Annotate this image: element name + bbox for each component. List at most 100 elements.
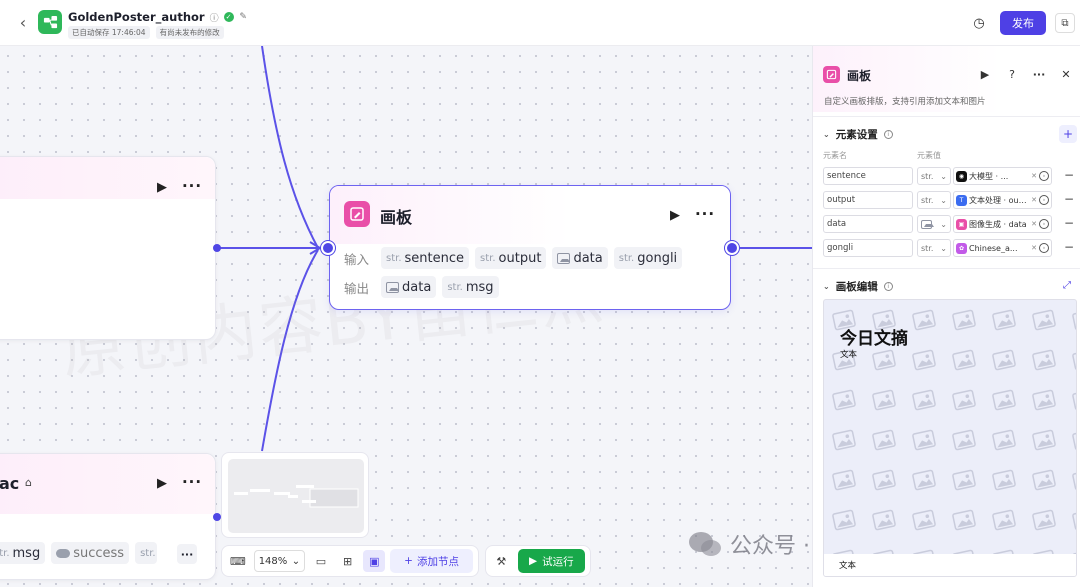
output-port[interactable]: [725, 241, 739, 255]
panel-description: 自定义画板排版，支持引用添加文本和图片: [824, 97, 986, 107]
add-node-button[interactable]: + 添加节点: [390, 549, 473, 573]
board-section-header[interactable]: ⌄ 画板编辑 i: [823, 279, 893, 294]
element-row: output str. ⌄ T 文本处理 · output ✕ ◦ −: [823, 191, 1075, 209]
board-subtitle-text[interactable]: 文本: [840, 348, 857, 360]
element-row: data ⌄ ▣ 图像生成 · data ✕ ◦ −: [823, 215, 1075, 233]
chevron-down-icon: ⌄: [940, 219, 947, 229]
chevron-down-icon: ⌄: [823, 130, 830, 139]
chevron-down-icon: ⌄: [291, 555, 301, 567]
divider: [813, 268, 1080, 269]
element-value-ref[interactable]: ◉ 大模型 · ... ✕ ◦: [953, 167, 1052, 185]
info-icon[interactable]: ⓘ: [209, 12, 220, 24]
input-tag-sentence: str. sentence: [381, 247, 470, 269]
remove-element-icon[interactable]: −: [1063, 168, 1075, 182]
output-tag: str. msg: [0, 542, 46, 564]
publish-button[interactable]: 发布: [1000, 11, 1046, 35]
chevron-down-icon: ⌄: [940, 171, 947, 181]
close-icon[interactable]: ✕: [1058, 66, 1074, 82]
play-icon: ▶: [529, 555, 538, 567]
canvas-board-node[interactable]: 画板 ▶ ··· 输入 str. sentence str. output da…: [329, 185, 731, 310]
clear-icon[interactable]: ✕: [1031, 196, 1037, 204]
node-title: 画板: [380, 208, 413, 227]
element-type-select[interactable]: str. ⌄: [917, 167, 951, 185]
settings-circle-icon[interactable]: ◦: [1039, 219, 1049, 229]
test-run-button[interactable]: ▶ 试运行: [517, 549, 585, 573]
save-status-row: 已自动保存 17:46:04 有尚未发布的修改: [68, 26, 224, 39]
element-type-select[interactable]: str. ⌄: [917, 239, 951, 257]
run-node-icon[interactable]: ▶: [977, 66, 993, 82]
more-icon[interactable]: ···: [695, 205, 714, 223]
layout-icon[interactable]: ⊞: [337, 550, 359, 572]
panel-title: 画板: [847, 69, 872, 83]
input-tag-gongli: str. gongli: [613, 247, 683, 269]
run-node-icon[interactable]: ▶: [153, 474, 171, 492]
more-icon[interactable]: ···: [182, 177, 201, 195]
board-title-text[interactable]: 今日文摘: [840, 324, 908, 349]
add-node-label: 添加节点: [416, 555, 459, 568]
comment-icon[interactable]: ▭: [310, 550, 332, 572]
element-type-select[interactable]: ⌄: [917, 215, 951, 233]
settings-circle-icon[interactable]: ◦: [1039, 171, 1049, 181]
settings-circle-icon[interactable]: ◦: [1039, 195, 1049, 205]
board-footer-text[interactable]: 文本: [824, 554, 1076, 576]
minimap[interactable]: [221, 452, 369, 538]
element-name-input[interactable]: sentence: [823, 167, 913, 185]
clear-icon[interactable]: ✕: [1031, 244, 1037, 252]
input-port[interactable]: [321, 241, 335, 255]
output-port[interactable]: [213, 244, 221, 252]
autosave-status: 已自动保存 17:46:04: [68, 26, 150, 39]
remove-element-icon[interactable]: −: [1063, 240, 1075, 254]
output-tag-data: data: [381, 276, 437, 298]
elements-section-title: 元素设置: [835, 129, 878, 141]
add-element-button[interactable]: +: [1059, 125, 1077, 143]
element-value-ref[interactable]: ✿ Chinese_a... ✕ ◦: [953, 239, 1052, 257]
node-outputs: 输出 data str. msg: [344, 276, 499, 298]
element-name-input[interactable]: data: [823, 215, 913, 233]
title-row: GoldenPoster_author ⓘ ✓ ✎: [68, 10, 249, 24]
output-label: 输出: [344, 280, 370, 296]
run-node-icon[interactable]: ▶: [153, 178, 171, 196]
more-icon[interactable]: ···: [182, 473, 201, 491]
info-icon[interactable]: i: [883, 130, 893, 139]
element-value-ref[interactable]: ▣ 图像生成 · data ✕ ◦: [953, 215, 1052, 233]
mouse-mode-icon[interactable]: ⌨: [227, 550, 249, 572]
clear-icon[interactable]: ✕: [1031, 172, 1037, 180]
back-icon[interactable]: ‹: [14, 12, 32, 32]
element-value-ref[interactable]: T 文本处理 · output ✕ ◦: [953, 191, 1052, 209]
more-icon[interactable]: ···: [1031, 66, 1047, 82]
run-node-icon[interactable]: ▶: [666, 206, 684, 224]
minimap-toggle-icon[interactable]: ▣: [363, 550, 386, 572]
node-outputs: str. msg success str.: [0, 542, 158, 564]
more-outputs-icon[interactable]: ···: [177, 544, 197, 564]
image-icon: [386, 281, 400, 293]
remove-element-icon[interactable]: −: [1063, 192, 1075, 206]
minimap-viewport: [228, 459, 364, 533]
clear-icon[interactable]: ✕: [1031, 220, 1037, 228]
element-name-input[interactable]: output: [823, 191, 913, 209]
zoom-value: 148%: [258, 555, 288, 567]
upstream-node-top[interactable]: ▶ ···: [0, 156, 216, 340]
element-row: sentence str. ⌄ ◉ 大模型 · ... ✕ ◦ −: [823, 167, 1075, 185]
elements-section-header[interactable]: ⌄ 元素设置 i: [823, 127, 893, 142]
zoom-select[interactable]: 148% ⌄: [253, 550, 306, 572]
upstream-node-bottom[interactable]: ac ⌂ ▶ ··· str. msg success str. ···: [0, 453, 216, 580]
node-inputs: 输入 str. sentence str. output data str. g…: [344, 247, 683, 269]
element-name-input[interactable]: gongli: [823, 239, 913, 257]
info-icon[interactable]: i: [883, 282, 893, 291]
edit-icon[interactable]: ✎: [238, 12, 249, 23]
wrench-icon[interactable]: ⚒: [491, 550, 512, 572]
output-tag: success: [51, 542, 130, 564]
toggle-icon: [56, 548, 71, 558]
column-header-value: 元素值: [917, 151, 941, 160]
element-type-select[interactable]: str. ⌄: [917, 191, 951, 209]
expand-icon[interactable]: ⤢: [1061, 279, 1073, 291]
text-process-icon: T: [956, 194, 967, 206]
help-icon[interactable]: ?: [1004, 66, 1020, 82]
history-icon[interactable]: ◷: [969, 13, 989, 33]
board-preview[interactable]: 今日文摘 文本 文本: [823, 299, 1077, 577]
settings-circle-icon[interactable]: ◦: [1039, 243, 1049, 253]
remove-element-icon[interactable]: −: [1063, 216, 1075, 230]
copy-icon[interactable]: ⧉: [1055, 13, 1075, 33]
output-port[interactable]: [213, 513, 221, 521]
board-section-title: 画板编辑: [835, 281, 878, 293]
